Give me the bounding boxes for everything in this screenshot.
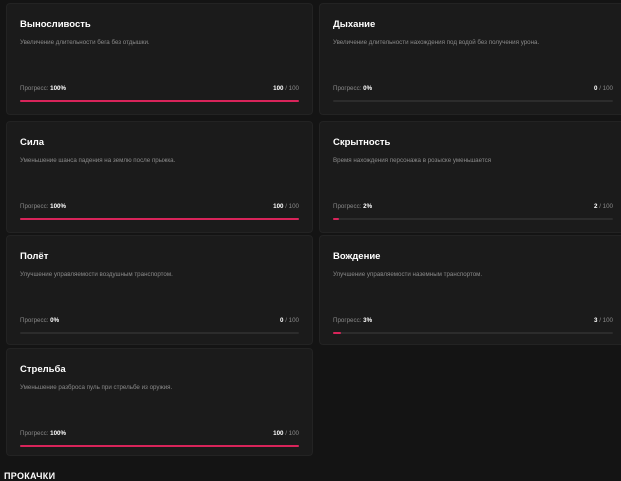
progress-fill <box>333 332 342 334</box>
skill-title: Сила <box>20 137 45 148</box>
progress-max: / 100 <box>599 85 613 92</box>
progress-label-group: Прогресс: 2% <box>333 203 372 210</box>
progress-percent: 3% <box>363 317 373 324</box>
progress-fill <box>20 218 299 220</box>
progress-count: 3 / 100 <box>594 317 613 324</box>
skill-description: Время нахождения персонажа в розыске уме… <box>333 157 492 164</box>
progress-current: 3 <box>594 317 598 324</box>
progress-current: 2 <box>594 203 598 210</box>
skill-description: Увеличение длительности нахождения под в… <box>333 39 540 46</box>
skill-card-flight: Полёт Улучшение управляемости воздушным … <box>6 235 313 345</box>
progress-row: Прогресс: 2% 2 / 100 <box>333 203 613 210</box>
progress-track <box>333 332 613 334</box>
skill-description: Уменьшение шанса падения на землю после … <box>20 157 176 164</box>
progress-label: Прогресс: <box>333 85 362 92</box>
progress-row: Прогресс: 0% 0 / 100 <box>333 85 613 92</box>
progress-row: Прогресс: 100% 100 / 100 <box>20 430 299 437</box>
progress-row: Прогресс: 3% 3 / 100 <box>333 317 613 324</box>
progress-percent: 0% <box>363 85 373 92</box>
skill-card-stealth: Скрытность Время нахождения персонажа в … <box>319 121 621 233</box>
progress-max: / 100 <box>285 203 299 210</box>
progress-label-group: Прогресс: 100% <box>20 85 66 92</box>
progress-label: Прогресс: <box>20 317 49 324</box>
progress-percent: 100% <box>50 85 66 92</box>
progress-current: 0 <box>594 85 598 92</box>
skill-title: Вождение <box>333 251 381 262</box>
progress-fill <box>20 445 299 447</box>
progress-current: 100 <box>273 430 284 437</box>
progress-count: 0 / 100 <box>594 85 613 92</box>
progress-label-group: Прогресс: 100% <box>20 203 66 210</box>
progress-count: 100 / 100 <box>273 430 299 437</box>
progress-label-group: Прогресс: 0% <box>333 85 372 92</box>
skill-card-driving: Вождение Улучшение управляемости наземны… <box>319 235 621 345</box>
progress-row: Прогресс: 100% 100 / 100 <box>20 203 299 210</box>
progress-current: 0 <box>280 317 284 324</box>
progress-max: / 100 <box>285 85 299 92</box>
progress-label: Прогресс: <box>333 203 362 210</box>
skill-title: Скрытность <box>333 137 391 148</box>
skill-card-strength: Сила Уменьшение шанса падения на землю п… <box>6 121 313 233</box>
skill-title: Дыхание <box>333 19 376 30</box>
progress-row: Прогресс: 100% 100 / 100 <box>20 85 299 92</box>
skill-title: Полёт <box>20 251 49 262</box>
skill-title: Стрельба <box>20 364 66 375</box>
progress-track <box>333 218 613 220</box>
skill-card-stamina: Выносливость Увеличение длительности бег… <box>6 3 313 115</box>
skill-description: Улучшение управляемости наземным транспо… <box>333 271 483 278</box>
progress-percent: 2% <box>363 203 373 210</box>
progress-fill <box>20 100 299 102</box>
progress-count: 100 / 100 <box>273 203 299 210</box>
progress-count: 2 / 100 <box>594 203 613 210</box>
skill-description: Улучшение управляемости воздушным трансп… <box>20 271 173 278</box>
progress-track <box>333 100 613 102</box>
skill-description: Уменьшение разброса пуль при стрельбе из… <box>20 384 173 391</box>
progress-max: / 100 <box>285 317 299 324</box>
progress-label-group: Прогресс: 3% <box>333 317 372 324</box>
progress-label: Прогресс: <box>333 317 362 324</box>
progress-label-group: Прогресс: 0% <box>20 317 59 324</box>
progress-track <box>20 445 299 447</box>
progress-track <box>20 218 299 220</box>
progress-current: 100 <box>273 203 284 210</box>
skill-description: Увеличение длительности бега без отдышки… <box>20 39 150 46</box>
section-heading-upgrades: ПРОКАЧКИ <box>4 471 56 481</box>
progress-label: Прогресс: <box>20 430 49 437</box>
progress-percent: 0% <box>50 317 60 324</box>
skill-card-breathing: Дыхание Увеличение длительности нахожден… <box>319 3 621 115</box>
progress-count: 0 / 100 <box>280 317 299 324</box>
progress-label: Прогресс: <box>20 203 49 210</box>
progress-count: 100 / 100 <box>273 85 299 92</box>
skill-title: Выносливость <box>20 19 91 30</box>
progress-max: / 100 <box>599 317 613 324</box>
progress-track <box>20 100 299 102</box>
progress-percent: 100% <box>50 430 66 437</box>
progress-label: Прогресс: <box>20 85 49 92</box>
progress-fill <box>333 218 339 220</box>
progress-track <box>20 332 299 334</box>
skill-card-shooting: Стрельба Уменьшение разброса пуль при ст… <box>6 348 313 456</box>
progress-row: Прогресс: 0% 0 / 100 <box>20 317 299 324</box>
progress-current: 100 <box>273 85 284 92</box>
progress-max: / 100 <box>599 203 613 210</box>
skills-grid: Выносливость Увеличение длительности бег… <box>0 0 621 477</box>
progress-max: / 100 <box>285 430 299 437</box>
progress-label-group: Прогресс: 100% <box>20 430 66 437</box>
progress-percent: 100% <box>50 203 66 210</box>
